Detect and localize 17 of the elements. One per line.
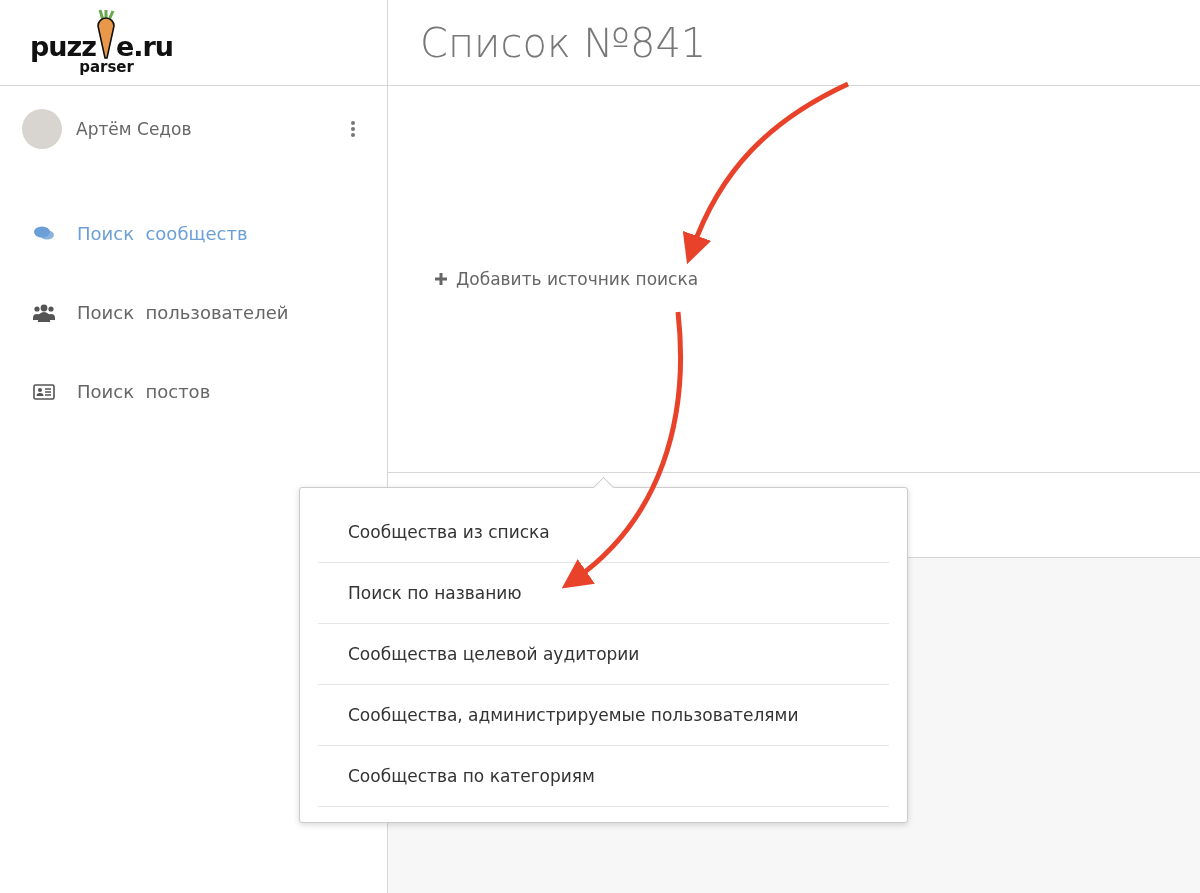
id-card-icon: [33, 383, 55, 400]
users-icon: [33, 303, 55, 322]
menu-item[interactable]: Сообщества, администрируемые пользователями: [318, 685, 889, 746]
sidebar-item[interactable]: Поиск постов: [0, 352, 387, 431]
sidebar-item[interactable]: Поиск пользователей: [0, 273, 387, 352]
add-source-link[interactable]: Добавить источник поиска: [434, 269, 699, 289]
menu-item[interactable]: Сообщества из списка: [318, 502, 889, 563]
chat-bubbles-icon: [33, 225, 55, 242]
menu-item[interactable]: Поиск по названию: [318, 563, 889, 624]
plus-icon: [434, 272, 448, 286]
menu-item[interactable]: Сообщества целевой аудитории: [318, 624, 889, 685]
user-name: Артём Седов: [76, 119, 193, 139]
logo[interactable]: puzz e.ru parser: [30, 8, 174, 75]
carrot-icon: [96, 8, 116, 60]
avatar: [22, 109, 62, 149]
menu-item[interactable]: Сообщества по категориям: [318, 746, 889, 807]
page-title: Список №841: [420, 19, 707, 66]
